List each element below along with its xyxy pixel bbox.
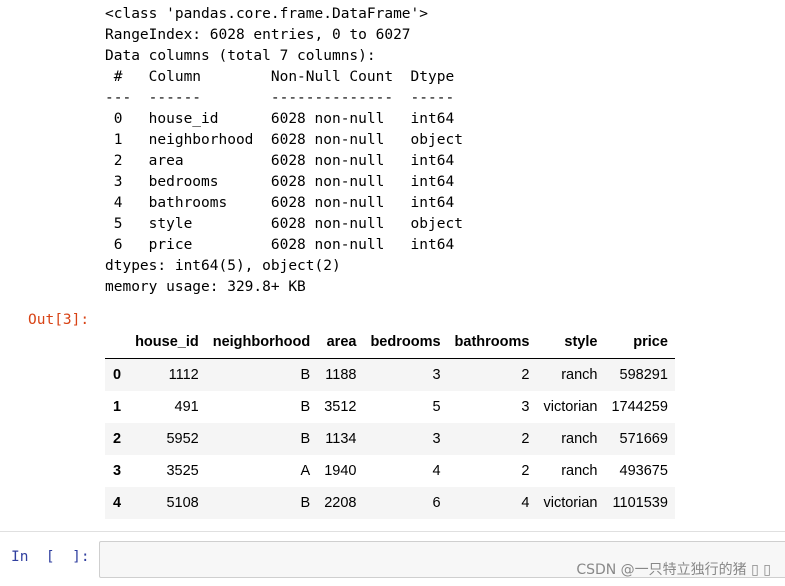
stdout-line: 3 bedrooms 6028 non-null int64 [105,174,463,190]
cell: 4 [521,495,530,511]
stdout-line: 5 style 6028 non-null object [105,216,463,232]
cell: 1112 [168,367,199,383]
cell: 3 [432,431,441,447]
column-header-bathrooms: bathrooms [447,326,537,359]
cell: 3 [432,367,441,383]
stdout-line: memory usage: 329.8+ KB [105,279,306,295]
cell: 4 [432,463,441,479]
cell: B [300,431,311,447]
cell: 3512 [324,399,357,415]
cell: 1101539 [612,495,668,511]
cell: 1744259 [611,399,668,415]
column-header-style: style [536,326,605,359]
cell: A [300,463,311,479]
table-header-row: house_id neighborhood area bedrooms bath… [105,326,675,359]
column-header-neighborhood: neighborhood [205,326,318,359]
row-index: 1 [113,399,122,415]
stdout-line: 0 house_id 6028 non-null int64 [105,111,463,127]
stdout-line: 6 price 6028 non-null int64 [105,237,463,253]
cell: 5 [432,399,441,415]
cell: victorian [543,399,598,415]
row-index: 4 [113,495,122,511]
cell: 1940 [324,463,357,479]
stdout-line: 1 neighborhood 6028 non-null object [105,132,463,148]
row-index: 3 [113,463,122,479]
cell: 5108 [166,495,199,511]
column-header-bedrooms: bedrooms [363,326,448,359]
table-row: 4 5108 B 2208 6 4 victorian 1101539 [105,487,675,519]
watermark: CSDN @一只特立独行的猪 ▯ ▯ [576,562,771,578]
stdout-line: 2 area 6028 non-null int64 [105,153,463,169]
cell: 1188 [325,367,357,383]
cell: 2 [521,431,530,447]
stdout-line: RangeIndex: 6028 entries, 0 to 6027 [105,27,411,43]
cell: 5952 [166,431,199,447]
in-prompt: In [ ]: [11,549,90,565]
stdout-line: <class 'pandas.core.frame.DataFrame'> [105,6,429,22]
column-header-house-id: house_id [128,326,206,359]
cell: B [300,367,311,383]
cell: 2 [521,367,530,383]
table-row: 1 491 B 3512 5 3 victorian 1744259 [105,391,675,423]
dataframe-table: house_id neighborhood area bedrooms bath… [105,326,675,519]
table-row: 0 1112 B 1188 3 2 ranch 598291 [105,358,675,391]
cell: ranch [561,367,598,383]
out-prompt: Out[3]: [28,312,90,328]
cell: 2 [521,463,530,479]
cell: 571669 [619,431,668,447]
cell-divider [0,531,785,532]
cell: 1134 [325,431,357,447]
stdout-line: # Column Non-Null Count Dtype [105,69,463,85]
cell: ranch [561,463,598,479]
stdout-line: Data columns (total 7 columns): [105,48,376,64]
table-row: 3 3525 A 1940 4 2 ranch 493675 [105,455,675,487]
column-header-price: price [604,326,675,359]
cell: 3525 [166,463,199,479]
stdout-line: dtypes: int64(5), object(2) [105,258,341,274]
cell: 598291 [619,367,668,383]
row-index: 2 [113,431,122,447]
stdout-line: 4 bathrooms 6028 non-null int64 [105,195,463,211]
column-header-area: area [317,326,364,359]
cell: 2208 [324,495,357,511]
cell: 491 [174,399,199,415]
row-index: 0 [113,367,122,383]
cell: victorian [543,495,598,511]
cell: 6 [432,495,441,511]
cell: 493675 [619,463,668,479]
index-header [105,326,129,359]
stdout-line: --- ------ -------------- ----- [105,90,463,106]
stdout-output: <class 'pandas.core.frame.DataFrame'> Ra… [105,4,463,298]
cell: 3 [521,399,530,415]
cell: ranch [561,431,598,447]
cell: B [300,495,311,511]
cell: B [300,399,311,415]
table-row: 2 5952 B 1134 3 2 ranch 571669 [105,423,675,455]
